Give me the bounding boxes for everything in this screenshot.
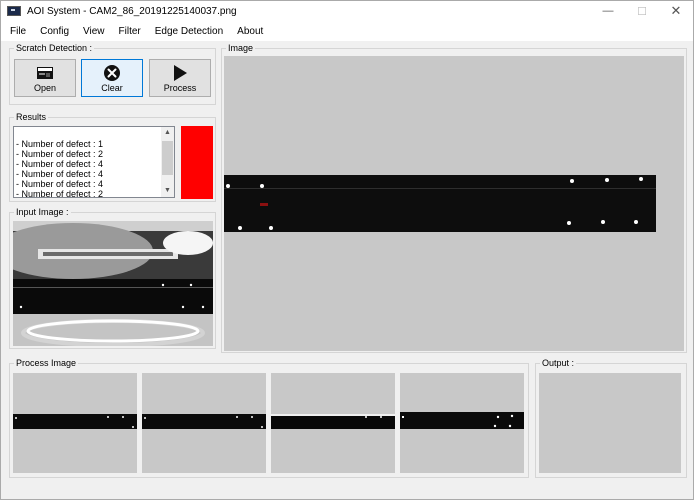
maximize-icon[interactable]: ☐ — [625, 1, 659, 21]
output-image-view[interactable] — [539, 373, 681, 473]
scratch-detection-title: Scratch Detection : — [14, 42, 95, 54]
menu-edge-detection[interactable]: Edge Detection — [148, 26, 230, 37]
close-icon[interactable]: ✕ — [659, 1, 693, 21]
input-image-title: Input Image : — [14, 206, 71, 218]
status-bar — [1, 483, 693, 499]
process-image-group: Process Image — [9, 357, 529, 478]
minimize-icon[interactable]: — — [591, 1, 625, 21]
results-title: Results — [14, 111, 49, 123]
results-items: - Number of defect : 1 - Number of defec… — [16, 139, 162, 199]
menu-file[interactable]: File — [1, 26, 33, 37]
window-title: AOI System - CAM2_86_20191225140037.png — [27, 5, 237, 17]
process-thumb-picture — [142, 373, 266, 473]
input-image-group: Input Image : — [9, 206, 216, 349]
process-thumb-picture — [13, 373, 137, 473]
app-icon — [7, 6, 21, 16]
list-item: - Number of defect : 4 — [16, 159, 104, 169]
menu-bar: File Config View Filter Edge Detection A… — [1, 21, 693, 41]
main-image-view[interactable] — [224, 56, 684, 351]
process-image-thumb[interactable] — [13, 373, 137, 473]
results-scrollbar[interactable]: ▲ ▼ — [161, 127, 174, 197]
main-image-picture — [224, 56, 684, 351]
menu-about[interactable]: About — [230, 26, 270, 37]
process-image-thumb[interactable] — [400, 373, 524, 473]
process-image-thumb[interactable] — [142, 373, 266, 473]
results-group: Results - Number of defect : 1 - Number … — [9, 111, 216, 202]
scroll-up-icon[interactable]: ▲ — [161, 127, 174, 139]
list-item: - Number of defect : 1 — [16, 139, 104, 149]
process-thumb-picture — [400, 373, 524, 473]
process-image-title: Process Image — [14, 357, 79, 369]
menu-config[interactable]: Config — [33, 26, 76, 37]
list-item: - Number of defect : 4 — [16, 179, 104, 189]
list-item: - Number of defect : 2 — [16, 189, 104, 199]
list-item: - Number of defect : 2 — [16, 149, 104, 159]
open-button[interactable]: Open — [14, 59, 76, 97]
process-image-thumb[interactable] — [271, 373, 395, 473]
menu-view[interactable]: View — [76, 26, 112, 37]
process-button[interactable]: Process — [149, 59, 211, 97]
defect-status-indicator — [181, 126, 213, 199]
image-title: Image — [226, 42, 256, 54]
input-image-view[interactable] — [13, 221, 213, 346]
output-title: Output : — [540, 357, 577, 369]
output-group: Output : — [535, 357, 687, 478]
app-window: AOI System - CAM2_86_20191225140037.png … — [0, 0, 694, 500]
scroll-thumb[interactable] — [162, 141, 173, 175]
results-list[interactable]: - Number of defect : 1 - Number of defec… — [13, 126, 175, 199]
clear-x-icon — [103, 64, 121, 85]
input-image-picture — [13, 221, 213, 346]
play-icon — [171, 64, 189, 85]
title-bar[interactable]: AOI System - CAM2_86_20191225140037.png … — [1, 1, 693, 21]
list-item: - Number of defect : 4 — [16, 169, 104, 179]
clear-button[interactable]: Clear — [81, 59, 143, 97]
menu-filter[interactable]: Filter — [112, 26, 148, 37]
process-thumb-picture — [271, 373, 395, 473]
scratch-detection-group: Scratch Detection : Open Clear Process — [9, 42, 216, 105]
open-image-icon — [36, 64, 54, 85]
scroll-down-icon[interactable]: ▼ — [161, 185, 174, 197]
image-group: Image — [221, 42, 687, 353]
